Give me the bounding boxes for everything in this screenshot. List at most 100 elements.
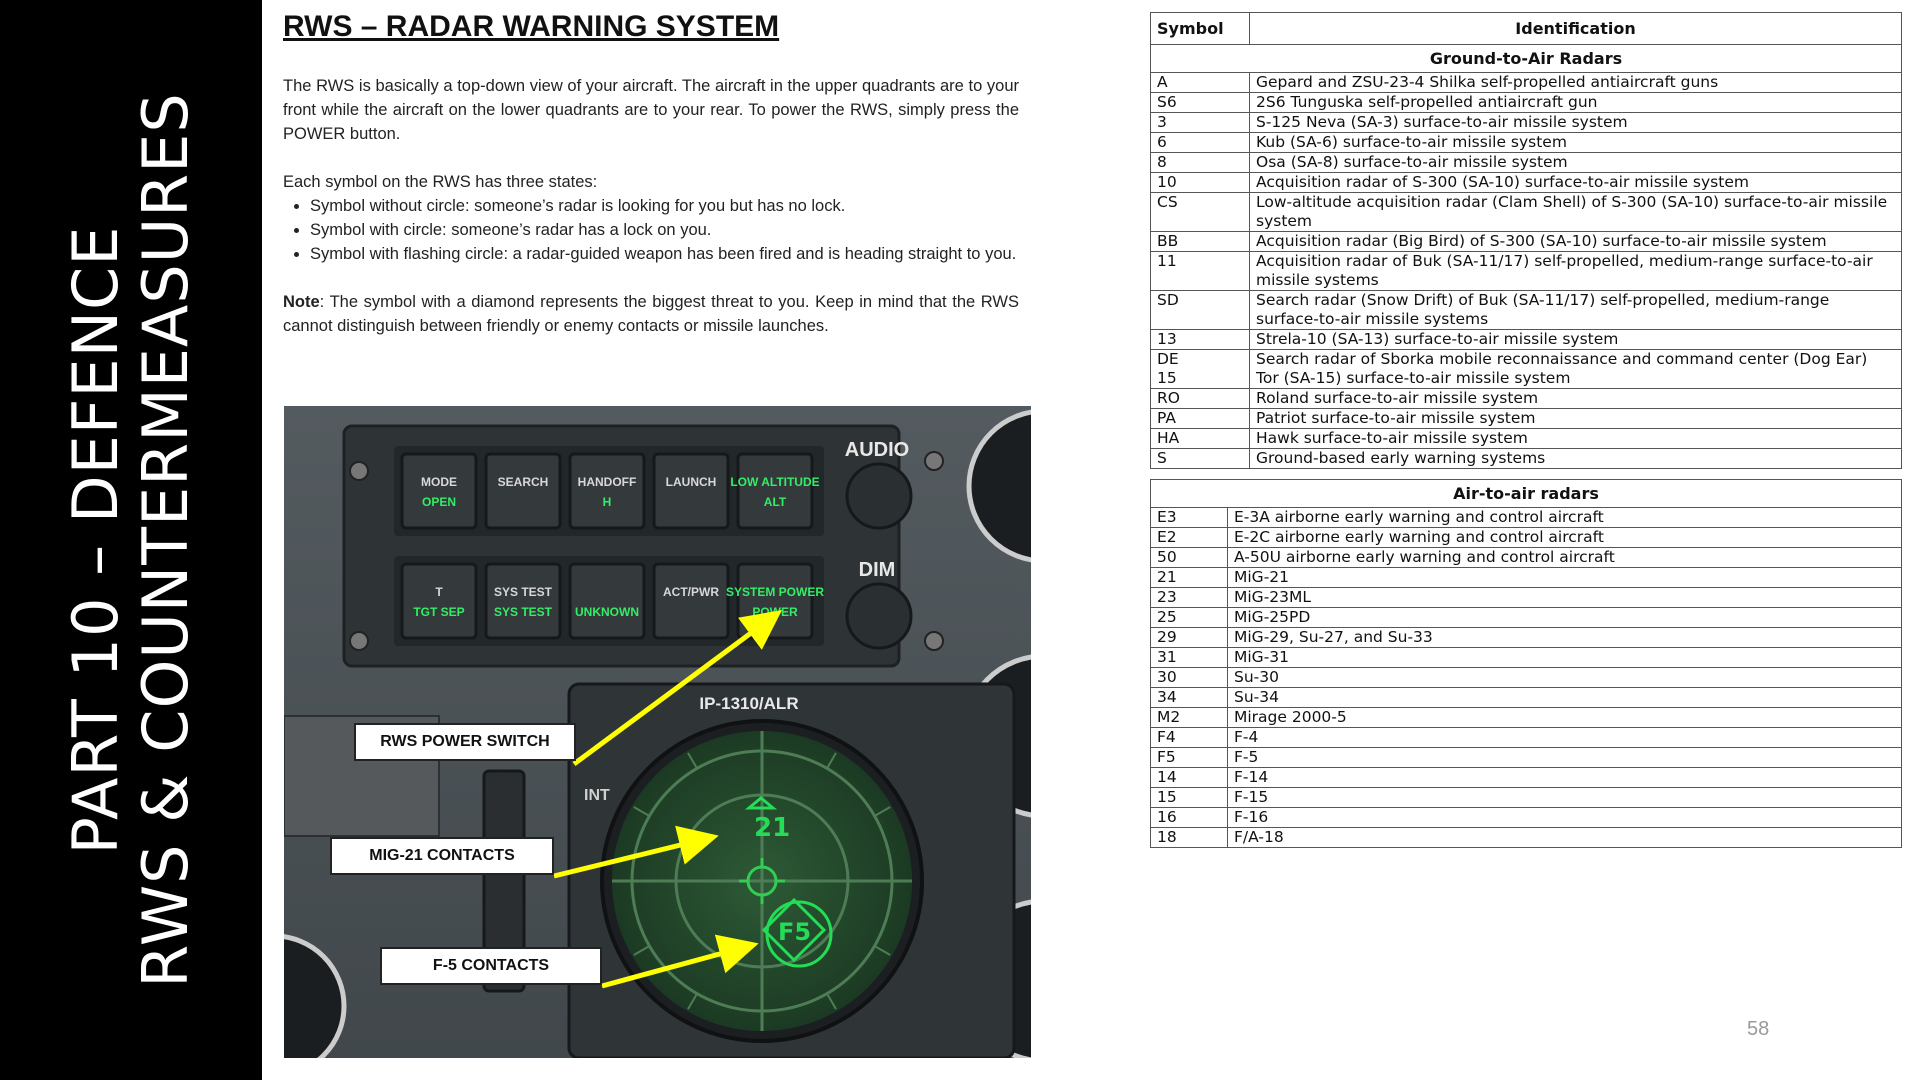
table-row: 50 A-50U airborne early warning and contr… xyxy=(1150,547,1902,568)
section-header-air: Air-to-air radars xyxy=(1150,479,1902,508)
table-row: 18 F/A-18 xyxy=(1150,827,1902,848)
panel-button-state: H xyxy=(603,495,612,509)
symbol-cell: 11 xyxy=(1150,251,1250,291)
symbol-cell: RO xyxy=(1150,388,1250,409)
page-title: RWS – RADAR WARNING SYSTEM xyxy=(283,10,780,43)
table-row: SD Search radar (Snow Drift) of Buk (SA-1… xyxy=(1150,290,1902,330)
dim-label: DIM xyxy=(859,559,896,581)
identification-cell: Acquisition radar of S-300 (SA-10) surfa… xyxy=(1249,172,1902,193)
symbol-cell: M2 xyxy=(1150,707,1228,728)
symbol-cell: S xyxy=(1150,448,1250,469)
panel-button[interactable]: ACT/PWR xyxy=(652,562,730,640)
symbol-cell: PA xyxy=(1150,408,1250,429)
symbol-tables: Symbol Identification Ground-to-Air Rada… xyxy=(1150,12,1902,848)
symbol-cell: 6 xyxy=(1150,132,1250,153)
table-row: M2 Mirage 2000-5 xyxy=(1150,707,1902,728)
states-list: Symbol without circle: someone’s radar i… xyxy=(283,194,1019,266)
panel-button-label: LAUNCH xyxy=(666,475,717,489)
identification-cell: Hawk surface-to-air missile system xyxy=(1249,428,1902,449)
table-row: S6 2S6 Tunguska self-propelled antiaircra… xyxy=(1150,92,1902,113)
symbol-cell: 50 xyxy=(1150,547,1228,568)
table-row: 16 F-16 xyxy=(1150,807,1902,828)
panel-button[interactable]: SEARCH xyxy=(484,452,562,530)
panel-button-label: ACT/PWR xyxy=(663,585,719,599)
column-header-symbol: Symbol xyxy=(1150,12,1250,45)
table-row: 21 MiG-21 xyxy=(1150,567,1902,588)
symbol-cell: A xyxy=(1150,72,1250,93)
panel-button-state: TGT SEP xyxy=(413,605,464,619)
section-title-line2: RWS & COUNTERMEASURES xyxy=(129,92,202,988)
panel-button[interactable]: HANDOFF H xyxy=(568,452,646,530)
section-title-line1: PART 10 – DEFENCE xyxy=(59,225,132,855)
identification-cell: MiG-31 xyxy=(1227,647,1902,668)
identification-cell: Acquisition radar (Big Bird) of S-300 (S… xyxy=(1249,231,1902,252)
mig21-contact-label: 21 xyxy=(754,813,790,843)
symbol-cell: HA xyxy=(1150,428,1250,449)
symbol-cell: F4 xyxy=(1150,727,1228,748)
identification-cell: Low-altitude acquisition radar (Clam She… xyxy=(1249,192,1902,232)
panel-button-label: SYSTEM POWER xyxy=(726,585,824,599)
identification-cell: Ground-based early warning systems xyxy=(1249,448,1902,469)
table-row: E3 E-3A airborne early warning and contro… xyxy=(1150,507,1902,528)
identification-cell: A-50U airborne early warning and control… xyxy=(1227,547,1902,568)
panel-button[interactable]: UNKNOWN xyxy=(568,562,646,640)
identification-cell: F-5 xyxy=(1227,747,1902,768)
symbol-cell: 34 xyxy=(1150,687,1228,708)
identification-cell: E-3A airborne early warning and control … xyxy=(1227,507,1902,528)
identification-cell: Patriot surface-to-air missile system xyxy=(1249,408,1902,429)
symbol-cell: 15 xyxy=(1150,787,1228,808)
symbol-cell: CS xyxy=(1150,192,1250,232)
note-text: : The symbol with a diamond represents t… xyxy=(283,293,1019,335)
ground-radar-table: Symbol Identification Ground-to-Air Rada… xyxy=(1150,12,1902,469)
panel-button-state: SYS TEST xyxy=(494,605,553,619)
panel-button-state: OPEN xyxy=(422,495,456,509)
page-number: 58 xyxy=(1747,1018,1770,1040)
identification-cell: MiG-23ML xyxy=(1227,587,1902,608)
symbol-cell: SD xyxy=(1150,290,1250,330)
dim-knob xyxy=(845,582,913,650)
panel-button-label: LOW ALTITUDE xyxy=(730,475,819,489)
button-row-1: MODE OPEN SEARCH HANDOFF H LAUNCH LOW ALTITUDE… xyxy=(400,452,820,530)
table-row: S Ground-based early warning systems xyxy=(1150,448,1902,469)
table-row: CS Low-altitude acquisition radar (Clam S… xyxy=(1150,192,1902,232)
identification-cell: Su-34 xyxy=(1227,687,1902,708)
panel-button[interactable]: SYS TEST SYS TEST xyxy=(484,562,562,640)
panel-button-state: POWER xyxy=(752,605,798,619)
symbol-cell: 14 xyxy=(1150,767,1228,788)
section-title: PART 10 – DEFENCE RWS & COUNTERMEASURES xyxy=(59,20,202,1060)
list-item: Symbol with flashing circle: a radar-gui… xyxy=(310,242,1019,266)
symbol-cell: 30 xyxy=(1150,667,1228,688)
panel-button[interactable]: SYSTEM POWER POWER xyxy=(726,562,824,640)
table-row: 14 F-14 xyxy=(1150,767,1902,788)
table-row: 25 MiG-25PD xyxy=(1150,607,1902,628)
note-label: Note xyxy=(283,293,320,311)
identification-cell: Search radar of Sborka mobile reconnaiss… xyxy=(1249,349,1902,389)
symbol-cell: 13 xyxy=(1150,329,1250,350)
sidebar: PART 10 – DEFENCE RWS & COUNTERMEASURES xyxy=(0,0,262,1080)
symbol-cell: DE 15 xyxy=(1150,349,1250,389)
list-item: Symbol without circle: someone’s radar i… xyxy=(310,194,1019,218)
panel-button[interactable]: MODE OPEN xyxy=(400,452,478,530)
panel-button-label: T xyxy=(435,585,443,599)
table-row: 15 F-15 xyxy=(1150,787,1902,808)
symbol-cell: 23 xyxy=(1150,587,1228,608)
panel-button[interactable]: LOW ALTITUDE ALT xyxy=(730,452,820,530)
identification-cell: MiG-21 xyxy=(1227,567,1902,588)
identification-cell: 2S6 Tunguska self-propelled antiaircraft… xyxy=(1249,92,1902,113)
table-row: 29 MiG-29, Su-27, and Su-33 xyxy=(1150,627,1902,648)
panel-button-label: SEARCH xyxy=(498,475,549,489)
symbol-cell: S6 xyxy=(1150,92,1250,113)
symbol-cell: 8 xyxy=(1150,152,1250,173)
table-row: 6 Kub (SA-6) surface-to-air missile syste… xyxy=(1150,132,1902,153)
identification-cell: Kub (SA-6) surface-to-air missile system xyxy=(1249,132,1902,153)
panel-button[interactable]: T TGT SEP xyxy=(400,562,478,640)
panel-button[interactable]: LAUNCH xyxy=(652,452,730,530)
mig21-callout: MIG-21 CONTACTS xyxy=(330,837,554,875)
table-row: BB Acquisition radar (Big Bird) of S-300 … xyxy=(1150,231,1902,252)
identification-cell: MiG-25PD xyxy=(1227,607,1902,628)
note-paragraph: Note: The symbol with a diamond represen… xyxy=(283,290,1019,338)
table-row: 30 Su-30 xyxy=(1150,667,1902,688)
symbol-cell: E3 xyxy=(1150,507,1228,528)
identification-cell: E-2C airborne early warning and control … xyxy=(1227,527,1902,548)
section-header-ground: Ground-to-Air Radars xyxy=(1150,44,1902,73)
